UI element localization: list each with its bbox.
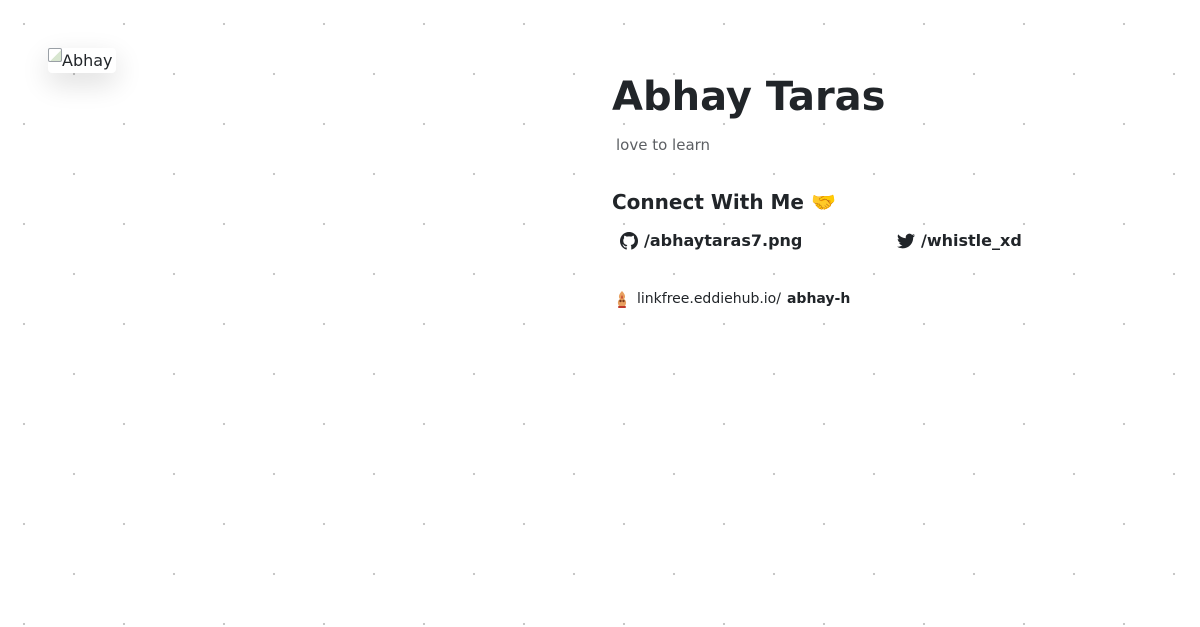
avatar-alt-text: Abhay [62, 51, 113, 70]
github-icon [620, 231, 638, 250]
github-link-label: /abhaytaras7.png [644, 231, 803, 250]
profile-name: Abhay Taras [612, 74, 886, 120]
twitter-link-label: /whistle_xd [921, 231, 1022, 250]
connect-heading: Connect With Me 🤝 [612, 190, 836, 214]
twitter-link[interactable]: /whistle_xd [897, 231, 1022, 250]
twitter-icon [897, 232, 915, 250]
linkfree-domain: linkfree.eddiehub.io/ [637, 291, 781, 307]
github-link[interactable]: /abhaytaras7.png [620, 231, 802, 250]
profile-bio: love to learn [616, 136, 711, 154]
avatar: Abhay [48, 48, 116, 73]
linkfree-username: abhay-h [786, 291, 851, 307]
broken-image-icon [48, 48, 62, 62]
linkfree-link[interactable]: linkfree.eddiehub.io/ abhay-h [613, 289, 850, 309]
linkfree-logo-icon [613, 289, 631, 309]
